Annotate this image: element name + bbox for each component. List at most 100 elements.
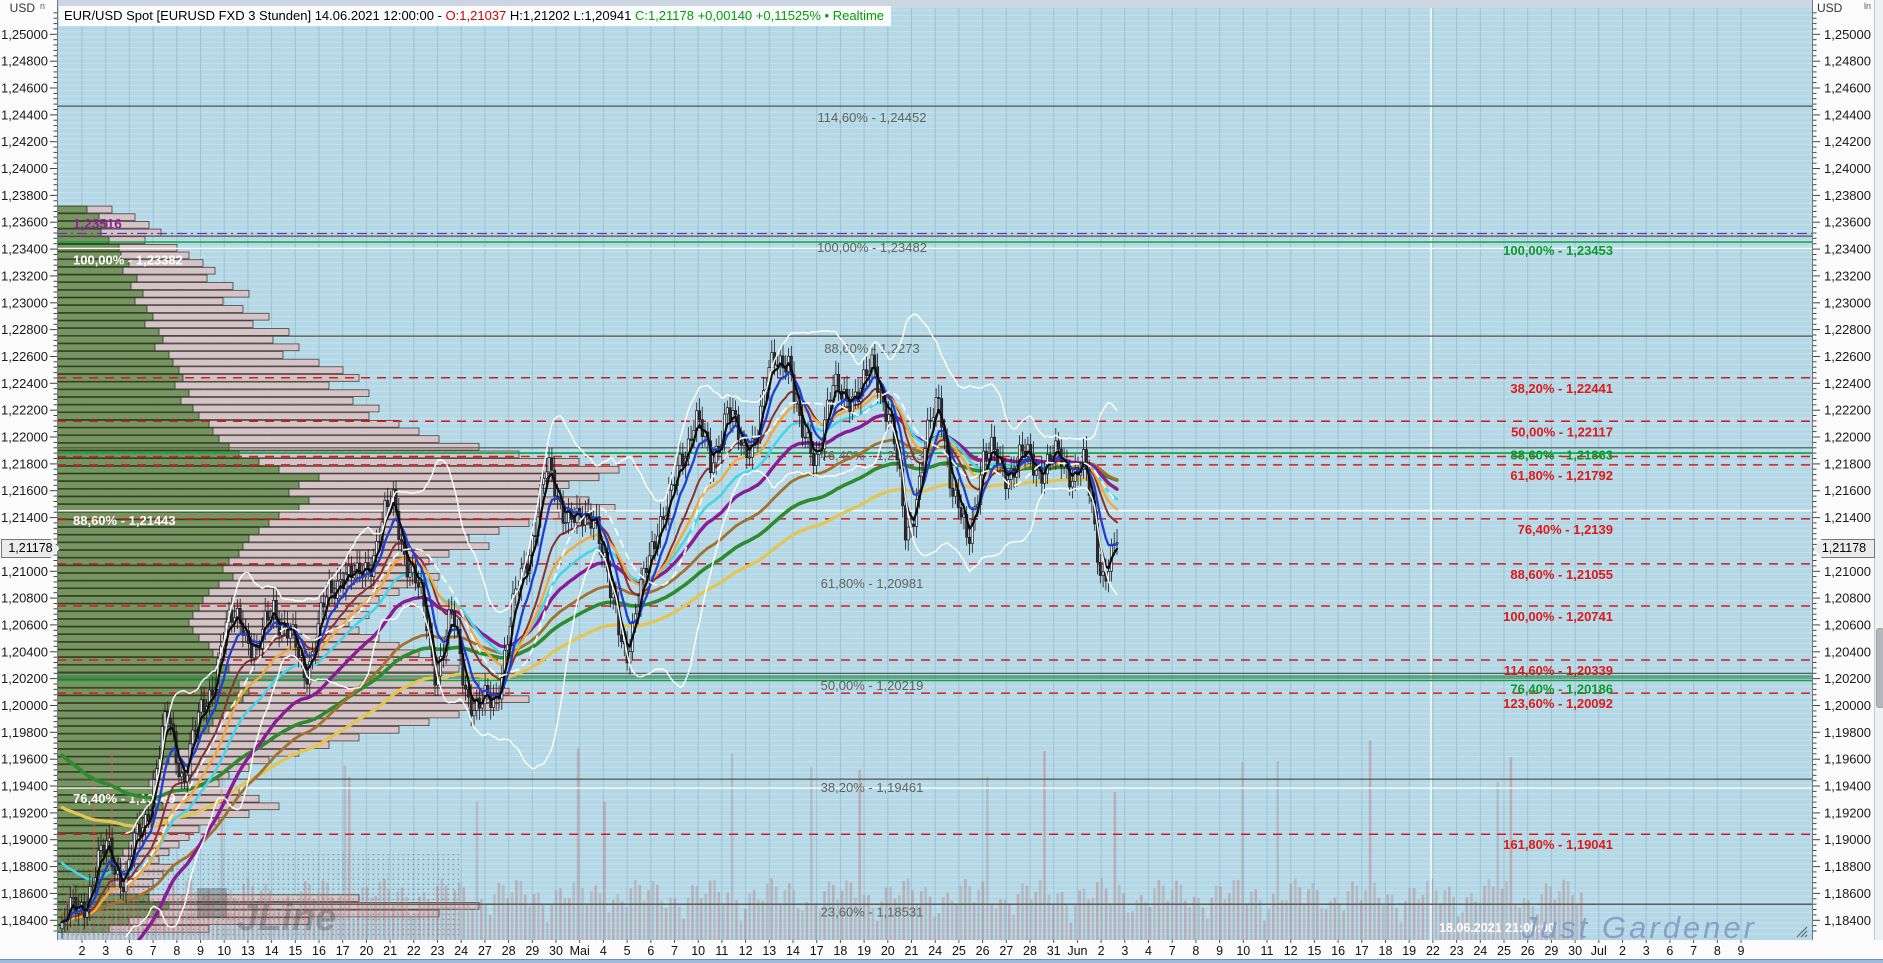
svg-text:21: 21 <box>383 944 397 958</box>
title-open: O:1,21037 <box>445 8 507 23</box>
svg-text:3: 3 <box>1643 944 1650 958</box>
svg-text:24: 24 <box>928 944 942 958</box>
svg-text:1,23200: 1,23200 <box>1824 268 1871 283</box>
svg-text:1,19800: 1,19800 <box>1824 725 1871 740</box>
svg-text:27: 27 <box>478 944 492 958</box>
svg-text:17: 17 <box>810 944 824 958</box>
svg-text:1,20000: 1,20000 <box>1824 698 1871 713</box>
svg-text:20: 20 <box>881 944 895 958</box>
svg-text:5: 5 <box>624 944 631 958</box>
svg-text:1,18800: 1,18800 <box>1 859 48 874</box>
svg-text:8: 8 <box>1714 944 1721 958</box>
svg-text:1,23800: 1,23800 <box>1824 188 1871 203</box>
svg-text:21: 21 <box>905 944 919 958</box>
svg-text:1,23400: 1,23400 <box>1824 242 1871 257</box>
svg-text:1,21400: 1,21400 <box>1824 510 1871 525</box>
svg-text:23: 23 <box>1450 944 1464 958</box>
svg-text:1,23600: 1,23600 <box>1824 215 1871 230</box>
svg-text:1,23000: 1,23000 <box>1824 295 1871 310</box>
svg-text:25: 25 <box>1497 944 1511 958</box>
svg-text:25: 25 <box>952 944 966 958</box>
right-price-axis[interactable]: USD ln 1,25000 1,24800 1,24600 1,24400 1,242… <box>1812 0 1874 959</box>
svg-text:1,22800: 1,22800 <box>1 322 48 337</box>
current-price-tag-right: 1,21178 <box>1813 539 1875 558</box>
svg-text:7: 7 <box>1690 944 1697 958</box>
svg-text:1,22000: 1,22000 <box>1 430 48 445</box>
svg-text:Just Gardener: Just Gardener <box>1521 910 1757 940</box>
svg-text:24: 24 <box>1473 944 1487 958</box>
svg-text:114,60% - 1,24452: 114,60% - 1,24452 <box>818 110 927 125</box>
svg-text:8: 8 <box>173 944 180 958</box>
svg-text:1,22800: 1,22800 <box>1824 322 1871 337</box>
svg-text:1,24400: 1,24400 <box>1824 107 1871 122</box>
svg-text:24: 24 <box>454 944 468 958</box>
svg-text:1,19200: 1,19200 <box>1824 805 1871 820</box>
svg-text:3: 3 <box>102 944 109 958</box>
svg-text:123,60% - 1,20092: 123,60% - 1,20092 <box>1503 696 1613 711</box>
svg-text:1,20400: 1,20400 <box>1 644 48 659</box>
svg-text:2: 2 <box>1619 944 1626 958</box>
svg-text:1,19000: 1,19000 <box>1 832 48 847</box>
svg-text:28: 28 <box>502 944 516 958</box>
svg-text:1,18400: 1,18400 <box>1824 913 1871 928</box>
svg-text:1,20200: 1,20200 <box>1824 671 1871 686</box>
title-highlow: H:1,21202 L:1,20941 <box>506 8 635 23</box>
svg-text:1,23400: 1,23400 <box>1 242 48 257</box>
svg-text:1,22600: 1,22600 <box>1 349 48 364</box>
time-axis[interactable]: 2 3 6 7 8 9 10 13 14 15 16 17 20 21 22 23 24 27 28 29 30 Mai 4… <box>0 940 1883 959</box>
svg-text:20: 20 <box>359 944 373 958</box>
svg-text:1,20800: 1,20800 <box>1824 591 1871 606</box>
svg-text:27: 27 <box>999 944 1013 958</box>
svg-text:1,21800: 1,21800 <box>1 456 48 471</box>
svg-text:31: 31 <box>1047 944 1061 958</box>
svg-text:38,20% - 1,19461: 38,20% - 1,19461 <box>821 780 924 795</box>
svg-text:17: 17 <box>1355 944 1369 958</box>
svg-text:23: 23 <box>431 944 445 958</box>
svg-text:1,24800: 1,24800 <box>1824 54 1871 69</box>
svg-text:1,20000: 1,20000 <box>1 698 48 713</box>
svg-text:11: 11 <box>715 944 728 958</box>
svg-text:1,24600: 1,24600 <box>1 81 48 96</box>
svg-text:1,18800: 1,18800 <box>1824 859 1871 874</box>
svg-text:23,60% - 1,18531: 23,60% - 1,18531 <box>821 905 924 920</box>
svg-text:1,21000: 1,21000 <box>1 564 48 579</box>
svg-text:6: 6 <box>647 944 654 958</box>
svg-text:1,20400: 1,20400 <box>1824 644 1871 659</box>
svg-text:1,24400: 1,24400 <box>1 107 48 122</box>
svg-text:4: 4 <box>1145 944 1152 958</box>
svg-text:1,22400: 1,22400 <box>1 376 48 391</box>
svg-text:18: 18 <box>1379 944 1393 958</box>
svg-text:Jul: Jul <box>1591 944 1607 958</box>
svg-text:1,19200: 1,19200 <box>1 805 48 820</box>
svg-text:61,80% - 1,21792: 61,80% - 1,21792 <box>1510 468 1613 483</box>
resize-grip[interactable] <box>1794 925 1809 939</box>
svg-text:12: 12 <box>739 944 753 958</box>
svg-text:88,60% - 1,21055: 88,60% - 1,21055 <box>1510 567 1613 582</box>
svg-text:1,18600: 1,18600 <box>1 886 48 901</box>
svg-text:18: 18 <box>833 944 847 958</box>
chart-plot-area[interactable]: 18.06.2021 21:00:00 114,60% - 1,24452 100,… <box>56 8 1812 963</box>
svg-text:Jun: Jun <box>1067 944 1087 958</box>
svg-text:15: 15 <box>288 944 302 958</box>
svg-text:1,23600: 1,23600 <box>1 215 48 230</box>
svg-text:1,19400: 1,19400 <box>1824 779 1871 794</box>
svg-text:7: 7 <box>150 944 157 958</box>
title-instrument: EUR/USD Spot [EURUSD FXD 3 Stunden] 14.0… <box>64 8 446 23</box>
svg-text:1,23800: 1,23800 <box>1 188 48 203</box>
svg-text:1,23516: 1,23516 <box>73 217 122 232</box>
svg-text:6: 6 <box>1666 944 1673 958</box>
left-price-axis[interactable]: USD n 1,25000 1,24800 1,24600 1,24400 1,2420… <box>0 0 58 959</box>
svg-text:29: 29 <box>525 944 539 958</box>
svg-text:100,00% - 1,23482: 100,00% - 1,23482 <box>817 240 927 255</box>
svg-text:1,19600: 1,19600 <box>1 752 48 767</box>
svg-text:76,40% - 1,20186: 76,40% - 1,20186 <box>1510 682 1613 697</box>
scrollbar-thumb[interactable] <box>1876 628 1883 708</box>
svg-text:50,00% - 1,20219: 50,00% - 1,20219 <box>821 678 924 693</box>
svg-text:26: 26 <box>976 944 990 958</box>
svg-text:7: 7 <box>671 944 678 958</box>
svg-text:14: 14 <box>786 944 800 958</box>
svg-text:61,80% - 1,20981: 61,80% - 1,20981 <box>821 576 924 591</box>
svg-text:1,21600: 1,21600 <box>1824 483 1871 498</box>
svg-text:1,24200: 1,24200 <box>1824 134 1871 149</box>
svg-text:9: 9 <box>1216 944 1223 958</box>
